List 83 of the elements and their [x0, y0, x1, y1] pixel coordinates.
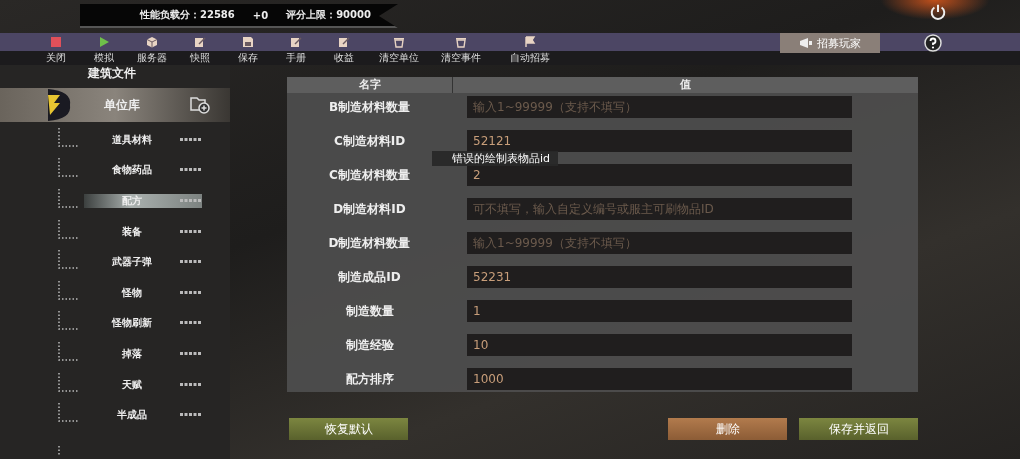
- help-icon[interactable]: [924, 34, 942, 52]
- field-label: 制造数量: [344, 302, 395, 320]
- field-label: 制造经验: [344, 336, 395, 354]
- drag-handle-icon[interactable]: [180, 382, 202, 387]
- input-field[interactable]: 输入1~99999（支持不填写）: [467, 232, 852, 254]
- input-field[interactable]: 可不填写，输入自定义编号或服主可刷物品ID: [467, 198, 852, 220]
- input-field[interactable]: 52121: [467, 130, 852, 152]
- tree-connector: [58, 371, 80, 394]
- input-field[interactable]: 10: [467, 334, 852, 356]
- tree-item[interactable]: 怪物刷新: [84, 316, 202, 331]
- toolbar-button[interactable]: 清空事件: [430, 33, 492, 63]
- drag-handle-icon[interactable]: [180, 413, 202, 418]
- toolbar-button[interactable]: 保存: [224, 33, 272, 63]
- add-folder-icon[interactable]: [190, 96, 210, 114]
- recruit-tab[interactable]: 招募玩家: [780, 33, 880, 53]
- power-icon[interactable]: [929, 3, 947, 21]
- tree-item[interactable]: 天赋: [84, 377, 202, 392]
- toolbar-button[interactable]: 快照: [176, 33, 224, 63]
- stop-icon: [50, 36, 62, 48]
- score-limit: 评分上限：90000: [286, 8, 371, 22]
- sidebar-title: 建筑文件: [86, 65, 137, 82]
- edit-icon: [194, 36, 206, 48]
- megaphone-icon: [799, 37, 813, 49]
- toolbar-button[interactable]: 手册: [272, 33, 320, 63]
- tree-item[interactable]: 道具材料: [84, 132, 202, 147]
- tree-item[interactable]: 掉落: [84, 347, 202, 362]
- tree-connector: [58, 218, 80, 241]
- tree-connector: [58, 402, 80, 425]
- tree-item[interactable]: 怪物: [84, 285, 202, 300]
- drag-handle-icon[interactable]: [180, 321, 202, 326]
- drag-handle-icon[interactable]: [180, 260, 202, 265]
- input-field[interactable]: 52231: [467, 266, 852, 288]
- toolbar-button[interactable]: 关闭: [32, 33, 80, 63]
- input-field[interactable]: 1: [467, 300, 852, 322]
- drag-handle-icon[interactable]: [180, 168, 202, 173]
- field-label: C制造材料ID: [332, 132, 407, 150]
- field-label: D制造材料ID: [332, 200, 407, 218]
- play-icon: [98, 36, 110, 48]
- box-icon: [146, 36, 158, 48]
- field-label: 制造成品ID: [337, 268, 402, 286]
- load-score: 性能负载分：22586: [140, 8, 235, 22]
- flag-icon: [524, 36, 536, 48]
- tree-item[interactable]: 武器子弹: [84, 255, 202, 270]
- tree-connector: [58, 249, 80, 272]
- field-label: D制造材料数量: [327, 234, 412, 252]
- tree-connector: [58, 126, 80, 149]
- tree-item[interactable]: 装备: [84, 224, 202, 239]
- input-field[interactable]: 1000: [467, 368, 852, 390]
- toolbar-button[interactable]: 服务器: [128, 33, 176, 63]
- tree-item[interactable]: 食物药品: [84, 163, 202, 178]
- drag-handle-icon[interactable]: [180, 290, 202, 295]
- tree-connector: [58, 341, 80, 364]
- drag-handle-icon[interactable]: [180, 198, 202, 203]
- column-header: 名字: [287, 77, 453, 93]
- save-icon: [242, 36, 254, 48]
- action-button[interactable]: 保存并返回: [799, 418, 918, 440]
- column-header: 值: [679, 77, 692, 93]
- toolbar-button[interactable]: 收益: [320, 33, 368, 63]
- action-button[interactable]: 恢复默认: [289, 418, 408, 440]
- field-label: B制造材料数量: [327, 98, 412, 116]
- input-field[interactable]: 2: [467, 164, 852, 186]
- tree-item[interactable]: 半成品: [84, 408, 202, 423]
- toolbar-button[interactable]: 自动招募: [492, 33, 568, 63]
- drag-handle-icon[interactable]: [180, 352, 202, 357]
- input-field[interactable]: 输入1~99999（支持不填写）: [467, 96, 852, 118]
- action-button[interactable]: 删除: [668, 418, 787, 440]
- tree-connector: [58, 279, 80, 302]
- field-label: C制造材料数量: [328, 166, 411, 184]
- error-tooltip: 错误的绘制表物品id: [432, 151, 559, 166]
- drag-handle-icon[interactable]: [180, 137, 202, 142]
- edit-icon: [338, 36, 350, 48]
- toolbar-button[interactable]: 清空单位: [368, 33, 430, 63]
- edit-icon: [290, 36, 302, 48]
- field-label: 配方排序: [344, 370, 395, 388]
- tree-connector: [58, 310, 80, 333]
- toolbar-button[interactable]: 模拟: [80, 33, 128, 63]
- tree-connector: [58, 445, 60, 456]
- trash-icon: [455, 36, 467, 48]
- score-delta: +0: [252, 9, 269, 21]
- drag-handle-icon[interactable]: [180, 229, 202, 234]
- tree-connector: [58, 187, 80, 210]
- tree-connector: [58, 157, 80, 180]
- trash-icon: [393, 36, 405, 48]
